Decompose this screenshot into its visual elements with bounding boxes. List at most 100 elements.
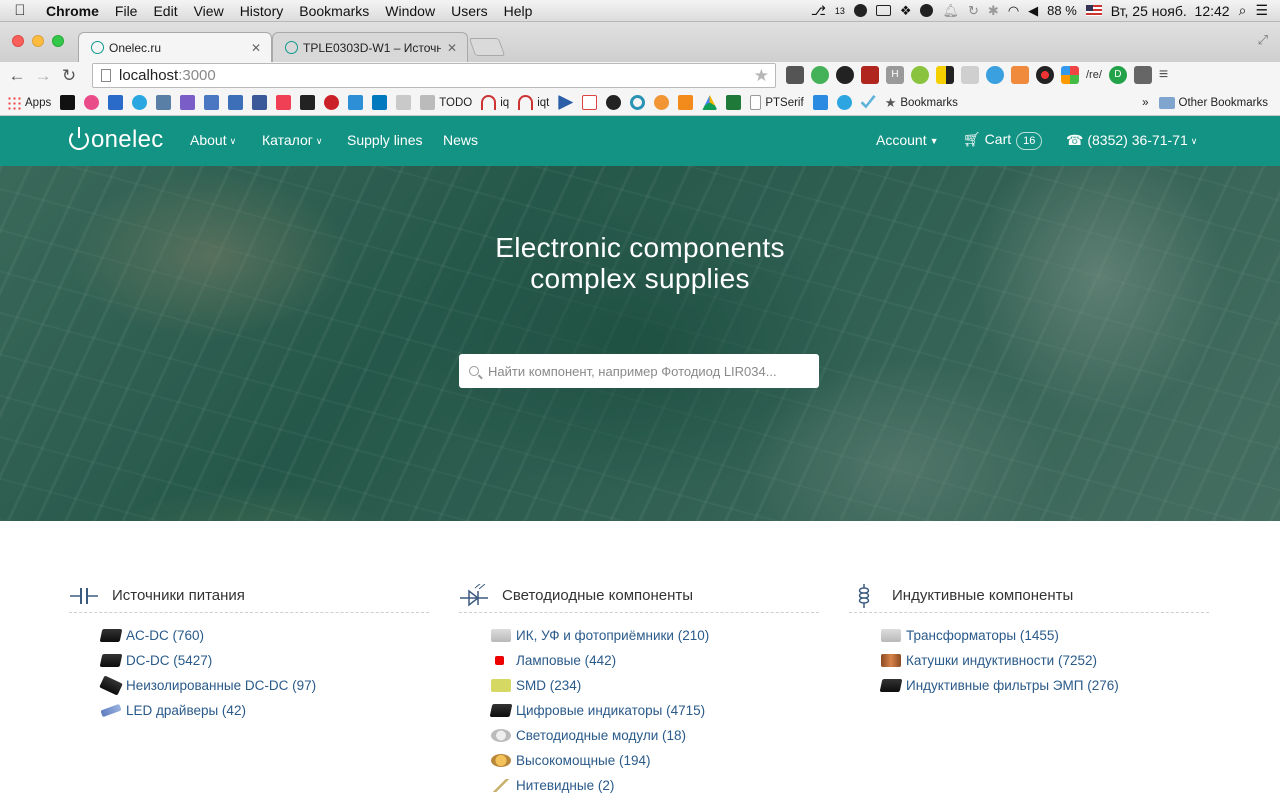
apple-menu-icon[interactable]:  xyxy=(0,2,40,19)
new-tab-button[interactable] xyxy=(468,38,506,56)
subcategory-item[interactable]: Ламповые (442) xyxy=(491,648,819,673)
bookmark-pocket[interactable] xyxy=(276,95,292,110)
zoom-window-button[interactable] xyxy=(52,35,64,47)
v-ext-icon[interactable] xyxy=(986,66,1004,84)
nav-account[interactable]: Account ▼ xyxy=(876,132,939,148)
menu-app[interactable]: Chrome xyxy=(40,3,107,19)
subcategory-link[interactable]: Нитевидные (2) xyxy=(516,778,614,793)
bookmark-dribbble[interactable] xyxy=(84,95,100,110)
subcategory-item[interactable]: Светодиодные модули (18) xyxy=(491,723,819,748)
wave-ext-icon[interactable] xyxy=(1011,66,1029,84)
subcategory-item[interactable]: ИК, УФ и фотоприёмники (210) xyxy=(491,623,819,648)
bookmark-h[interactable] xyxy=(678,95,694,110)
address-bar[interactable]: localhost:3000 ★ xyxy=(92,63,776,88)
notification-bell-icon[interactable]: 🔔︎ xyxy=(942,3,959,19)
sofa-ext-icon[interactable] xyxy=(861,66,879,84)
clock[interactable]: Вт, 25 нояб. 12:42 xyxy=(1111,3,1230,19)
grid-ext-icon[interactable] xyxy=(1061,66,1079,84)
sync-ext-icon[interactable] xyxy=(836,66,854,84)
evernote-icon[interactable] xyxy=(920,4,934,17)
nav-phone[interactable]: ☎︎ (8352) 36-71-71 ∨ xyxy=(1066,132,1197,149)
nav-about[interactable]: About ∨ xyxy=(190,132,236,148)
subcategory-link[interactable]: DC-DC (5427) xyxy=(126,653,212,668)
tab-close-icon[interactable]: ✕ xyxy=(251,41,261,55)
notification-center-icon[interactable]: ☰ xyxy=(1255,2,1268,19)
bookmark-gear[interactable] xyxy=(654,95,670,110)
nav-supply-lines[interactable]: Supply lines xyxy=(347,132,423,148)
subcategory-item[interactable]: Трансформаторы (1455) xyxy=(881,623,1209,648)
tab-tple[interactable]: TPLE0303D-W1 – Источни ✕ xyxy=(272,32,468,62)
category-header[interactable]: Источники питания xyxy=(69,583,429,613)
regex-ext-label[interactable]: /re/ xyxy=(1086,69,1102,81)
bookmark-chart[interactable] xyxy=(180,95,196,110)
subcategory-link[interactable]: Неизолированные DC-DC (97) xyxy=(126,678,316,693)
category-header[interactable]: Светодиодные компоненты xyxy=(459,583,819,613)
bookmark-apps[interactable]: Apps xyxy=(7,95,51,110)
bookmark-doc[interactable] xyxy=(204,95,220,110)
subcategory-link[interactable]: AC-DC (760) xyxy=(126,628,204,643)
subcategory-item[interactable]: Индуктивные фильтры ЭМП (276) xyxy=(879,673,1209,698)
subcategory-link[interactable]: Светодиодные модули (18) xyxy=(516,728,686,743)
d-ext-icon[interactable]: D xyxy=(1108,66,1127,84)
bookmark-d[interactable] xyxy=(300,95,316,110)
bookmark-m[interactable] xyxy=(60,95,76,110)
pocket-icon[interactable] xyxy=(786,66,804,84)
reload-button[interactable]: ↻ xyxy=(56,66,82,86)
evernote-ext-icon[interactable] xyxy=(811,66,829,84)
menu-window[interactable]: Window xyxy=(377,3,443,19)
menu-view[interactable]: View xyxy=(186,3,232,19)
bookmark-todo[interactable]: TODO xyxy=(420,95,472,110)
search-input[interactable] xyxy=(488,363,808,379)
time-machine-icon[interactable]: ↻ xyxy=(968,3,979,19)
git-icon[interactable]: ⎇ xyxy=(811,3,826,19)
back-button[interactable]: ← xyxy=(4,66,30,86)
nav-news[interactable]: News xyxy=(443,132,478,148)
bookmark-ticket[interactable] xyxy=(228,95,244,110)
bookmark-iqt[interactable]: iqt xyxy=(518,95,549,110)
bookmark-star-icon[interactable]: ★ xyxy=(754,66,769,86)
menu-history[interactable]: History xyxy=(232,3,292,19)
dropbox-icon[interactable]: ❖ xyxy=(900,3,912,19)
subcategory-link[interactable]: Цифровые индикаторы (4715) xyxy=(516,703,705,718)
fullscreen-icon[interactable]: ⤢ xyxy=(1258,32,1268,48)
subcategory-link[interactable]: Индуктивные фильтры ЭМП (276) xyxy=(906,678,1119,693)
tab-close-icon[interactable]: ✕ xyxy=(447,41,457,55)
bookmark-bookmarks[interactable]: ★ Bookmarks xyxy=(885,95,958,111)
menu-users[interactable]: Users xyxy=(443,3,496,19)
category-header[interactable]: Индуктивные компоненты xyxy=(849,583,1209,613)
subcategory-link[interactable]: Высокомощные (194) xyxy=(516,753,651,768)
bookmark-globe[interactable] xyxy=(132,95,148,110)
nav-catalog[interactable]: Каталог ∨ xyxy=(262,132,323,148)
battery-ext-icon[interactable] xyxy=(936,66,954,84)
input-flag-icon[interactable] xyxy=(1085,5,1102,16)
sidebar-ext-icon[interactable] xyxy=(1133,66,1152,84)
subcategory-link[interactable]: ИК, УФ и фотоприёмники (210) xyxy=(516,628,709,643)
subcategory-item[interactable]: AC-DC (760) xyxy=(99,623,429,648)
chrome-menu-icon[interactable]: ≡ xyxy=(1159,66,1168,84)
bookmark-book[interactable] xyxy=(726,95,742,110)
bluetooth-icon[interactable]: ✱ xyxy=(988,3,999,19)
bookmark-vk[interactable] xyxy=(156,95,172,110)
bookmark-play[interactable] xyxy=(558,95,574,110)
menu-file[interactable]: File xyxy=(107,3,146,19)
bookmark-ptserif[interactable]: PTSerif xyxy=(750,95,804,110)
subcategory-link[interactable]: Катушки индуктивности (7252) xyxy=(906,653,1097,668)
green-dot-ext-icon[interactable] xyxy=(911,66,929,84)
bookmark-check2[interactable] xyxy=(860,95,876,110)
bookmark-pinterest[interactable] xyxy=(324,95,340,110)
subcategory-item[interactable]: LED драйверы (42) xyxy=(100,698,429,723)
subcategory-item[interactable]: SMD (234) xyxy=(491,673,819,698)
bookmark-trello[interactable] xyxy=(372,95,388,110)
site-logo[interactable]: onelec xyxy=(69,126,164,154)
forward-button[interactable]: → xyxy=(30,66,56,86)
volume-icon[interactable]: ◀ xyxy=(1028,3,1038,19)
subcategory-item[interactable]: Цифровые индикаторы (4715) xyxy=(489,698,819,723)
subcategory-link[interactable]: Ламповые (442) xyxy=(516,653,616,668)
bookmark-drive[interactable] xyxy=(702,95,718,110)
menu-bookmarks[interactable]: Bookmarks xyxy=(291,3,377,19)
bookmark-blue[interactable] xyxy=(108,95,124,110)
bookmark-dropbox[interactable] xyxy=(812,95,828,110)
bookmarks-more-button[interactable]: » xyxy=(1142,97,1148,109)
bookmark-gmail[interactable] xyxy=(582,95,598,110)
menu-help[interactable]: Help xyxy=(496,3,541,19)
